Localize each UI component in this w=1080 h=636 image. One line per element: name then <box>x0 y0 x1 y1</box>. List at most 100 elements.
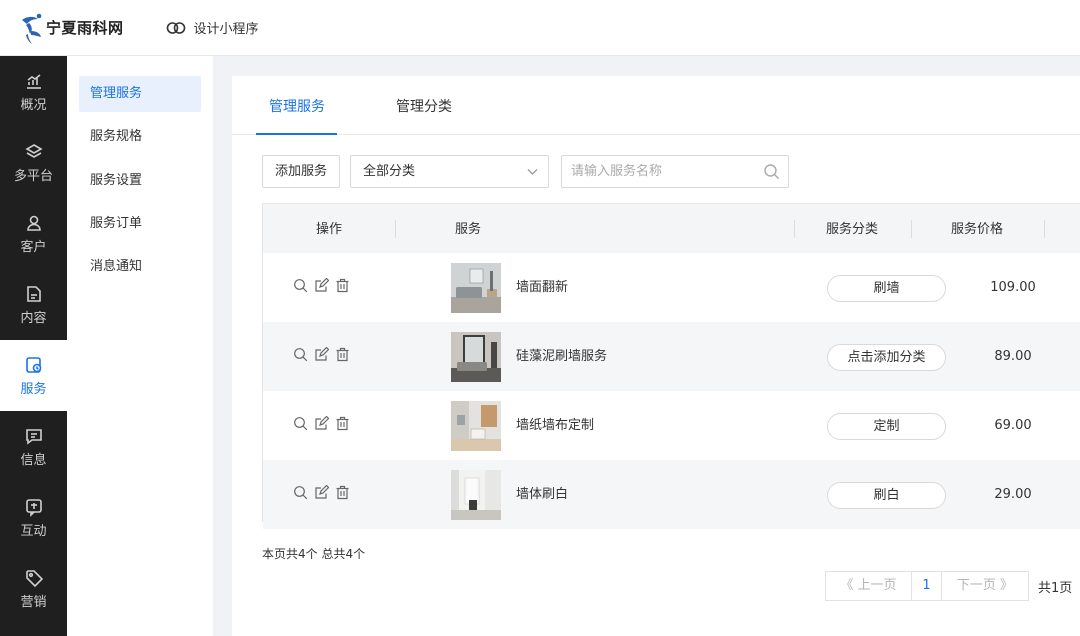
header-divider <box>395 220 396 238</box>
miniapp-icon <box>166 21 185 34</box>
subnav-item-service-settings[interactable]: 服务设置 <box>79 163 201 199</box>
layers-icon <box>24 143 43 158</box>
subnav-item-manage-service[interactable]: 管理服务 <box>79 76 201 112</box>
nav-label: 客户 <box>20 239 47 255</box>
nav-item-customer[interactable]: 客户 <box>0 198 67 269</box>
view-icon[interactable] <box>293 416 308 431</box>
search-input[interactable] <box>562 156 752 187</box>
delete-icon[interactable] <box>335 347 350 362</box>
design-miniapp-link[interactable]: 设计小程序 <box>166 18 259 37</box>
table-row: 墙纸墙布定制 定制 69.00 <box>263 391 1080 460</box>
view-icon[interactable] <box>293 485 308 500</box>
delete-icon[interactable] <box>335 278 350 293</box>
delete-icon[interactable] <box>335 416 350 431</box>
service-thumbnail <box>451 401 501 451</box>
service-thumbnail <box>451 332 501 382</box>
page-number-button[interactable]: 1 <box>911 571 942 601</box>
view-icon[interactable] <box>293 347 308 362</box>
nav-item-overview[interactable]: 概况 <box>0 56 67 127</box>
table-row: 墙体刷白 刷白 29.00 <box>263 460 1080 529</box>
nav-label: 互动 <box>20 523 47 539</box>
edit-icon[interactable] <box>314 485 329 500</box>
row-actions <box>293 416 350 431</box>
header-service: 服务 <box>455 222 482 237</box>
chevron-down-icon <box>527 169 538 175</box>
header-ops: 操作 <box>316 222 343 237</box>
subnav-item-notifications[interactable]: 消息通知 <box>79 249 201 285</box>
nav-item-content[interactable]: 内容 <box>0 269 67 340</box>
top-bar: 宁夏雨科网 设计小程序 <box>0 0 1080 56</box>
service-name[interactable]: 墙纸墙布定制 <box>516 391 594 460</box>
interaction-icon <box>25 498 42 517</box>
nav-item-marketing[interactable]: 营销 <box>0 553 67 624</box>
logo-text: 宁夏雨科网 <box>46 19 124 37</box>
table-row: 硅藻泥刷墙服务 点击添加分类 89.00 <box>263 322 1080 391</box>
category-pill[interactable]: 刷白 <box>827 482 946 509</box>
nav-item-message[interactable]: 信息 <box>0 411 67 482</box>
search-icon[interactable] <box>763 163 780 180</box>
prev-page-button[interactable]: 《 上一页 <box>825 571 912 601</box>
row-actions <box>293 485 350 500</box>
service-name[interactable]: 硅藻泥刷墙服务 <box>516 322 607 391</box>
table-row: 墙面翻新 刷墙 109.00 <box>263 253 1080 322</box>
header-divider <box>1044 220 1045 238</box>
chart-icon <box>26 73 41 89</box>
service-price: 69.00 <box>994 418 1032 433</box>
service-price: 29.00 <box>994 487 1032 502</box>
service-thumbnail <box>451 263 501 313</box>
edit-icon[interactable] <box>314 347 329 362</box>
header-price: 服务价格 <box>951 222 1004 237</box>
category-select[interactable]: 全部分类 <box>350 155 549 188</box>
pagination: 《 上一页 1 下一页 》 共1页 <box>825 571 1072 601</box>
nav-item-multiplatform[interactable]: 多平台 <box>0 127 67 198</box>
nav-item-interaction[interactable]: 互动 <box>0 482 67 553</box>
nav-label: 多平台 <box>13 168 53 184</box>
nav-item-service[interactable]: 服务 <box>0 340 67 411</box>
nav-label: 营销 <box>20 594 47 610</box>
service-price: 89.00 <box>994 349 1032 364</box>
service-name[interactable]: 墙体刷白 <box>516 460 568 529</box>
user-icon <box>26 215 41 231</box>
miniapp-label: 设计小程序 <box>193 22 259 37</box>
tag-icon <box>25 569 43 587</box>
row-actions <box>293 347 350 362</box>
tab-manage-service[interactable]: 管理服务 <box>256 76 337 135</box>
service-icon <box>25 356 41 373</box>
logo-mark-icon <box>22 13 42 44</box>
total-pages: 共1页 <box>1038 580 1073 596</box>
edit-icon[interactable] <box>314 416 329 431</box>
row-actions <box>293 278 350 293</box>
service-table: 操作 服务 服务分类 服务价格 墙面翻新 刷墙 109.00 硅藻泥刷墙服务 点… <box>262 203 1080 529</box>
add-service-button[interactable]: 添加服务 <box>262 155 340 188</box>
view-icon[interactable] <box>293 278 308 293</box>
secondary-sidebar: 管理服务 服务规格 服务设置 服务订单 消息通知 <box>67 56 213 636</box>
subnav-item-service-orders[interactable]: 服务订单 <box>79 206 201 242</box>
nav-label: 信息 <box>20 452 47 468</box>
delete-icon[interactable] <box>335 485 350 500</box>
nav-label: 服务 <box>20 381 47 397</box>
service-name[interactable]: 墙面翻新 <box>516 253 568 322</box>
document-icon <box>26 285 41 302</box>
tab-manage-category[interactable]: 管理分类 <box>396 76 452 135</box>
brand-logo[interactable]: 宁夏雨科网 <box>18 11 124 45</box>
category-pill[interactable]: 点击添加分类 <box>827 344 946 371</box>
service-thumbnail <box>451 470 501 520</box>
table-header: 操作 服务 服务分类 服务价格 <box>263 204 1080 253</box>
category-pill[interactable]: 定制 <box>827 413 946 440</box>
subnav-item-service-spec[interactable]: 服务规格 <box>79 119 201 155</box>
header-divider <box>794 220 795 238</box>
main-panel: 管理服务 管理分类 添加服务 全部分类 操作 服务 服务分类 服务价格 <box>232 76 1080 636</box>
service-price: 109.00 <box>990 280 1036 295</box>
edit-icon[interactable] <box>314 278 329 293</box>
tab-bar: 管理服务 管理分类 <box>232 76 1080 135</box>
next-page-button[interactable]: 下一页 》 <box>941 571 1029 601</box>
nav-label: 内容 <box>20 310 47 326</box>
header-divider <box>911 220 912 238</box>
page-summary: 本页共4个 总共4个 <box>262 547 366 561</box>
primary-sidebar: 概况 多平台 客户 内容 服务 信息 互动 营销 <box>0 56 67 636</box>
service-search-box <box>561 155 789 188</box>
message-icon <box>25 428 42 445</box>
category-pill[interactable]: 刷墙 <box>827 275 946 302</box>
header-category: 服务分类 <box>826 222 879 237</box>
nav-label: 概况 <box>20 97 47 113</box>
